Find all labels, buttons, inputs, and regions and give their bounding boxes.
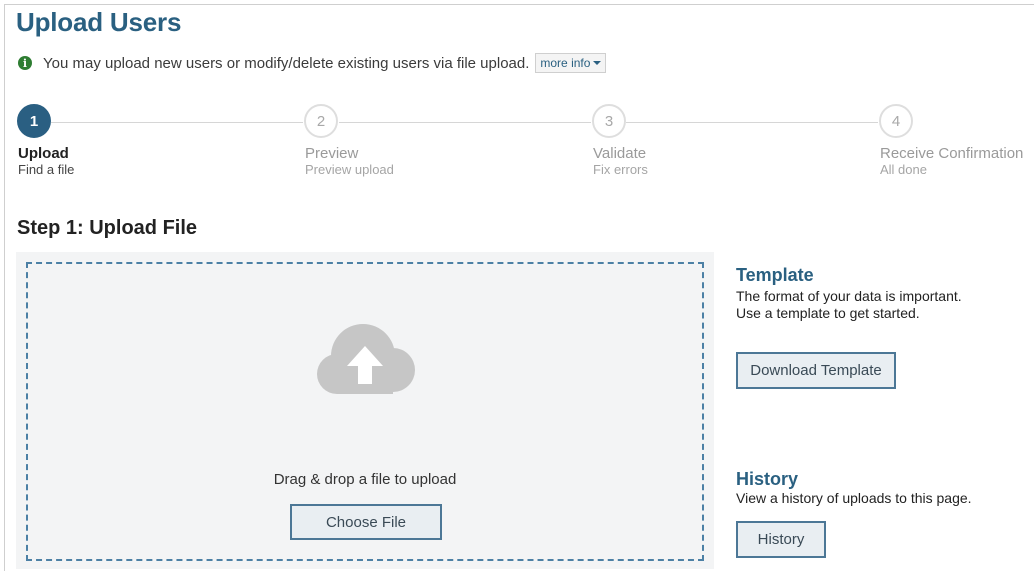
template-description: The format of your data is important. Us… [736,288,962,321]
cloud-upload-icon [317,324,415,394]
history-heading: History [736,469,799,489]
section-title: Step 1: Upload File [17,217,198,239]
upload-panel: Drag & drop a file to upload Choose File [16,252,714,569]
download-template-button[interactable]: Download Template [736,352,896,389]
file-dropzone[interactable]: Drag & drop a file to upload Choose File [26,262,704,561]
template-heading: Template [736,265,814,285]
step-number: 2 [304,104,338,138]
step-number: 4 [879,104,913,138]
step-preview: 2 Preview Preview upload [304,104,394,177]
step-connector [339,122,591,123]
step-title: Receive Confirmation [880,145,1024,162]
step-number: 1 [17,104,51,138]
history-button[interactable]: History [736,521,826,558]
step-subtitle: Fix errors [593,162,648,177]
page-title: Upload Users [16,7,182,37]
more-info-label: more info [540,56,591,70]
step-subtitle: All done [880,162,927,177]
step-validate: 3 Validate Fix errors [592,104,648,177]
more-info-button[interactable]: more info [535,53,607,73]
history-description: View a history of uploads to this page. [736,490,972,506]
step-receive-confirmation: 4 Receive Confirmation All done [879,104,1023,177]
progress-stepper: 1 Upload Find a file 2 Preview Preview u… [0,104,1034,184]
info-circle-icon: i [18,56,32,70]
step-connector [626,122,878,123]
step-upload: 1 Upload Find a file [17,104,74,177]
step-title: Preview [305,145,359,162]
caret-down-icon [593,61,602,65]
info-text: You may upload new users or modify/delet… [43,54,530,72]
dropzone-text: Drag & drop a file to upload [273,471,457,488]
step-title: Upload [18,145,69,162]
choose-file-button[interactable]: Choose File [290,504,442,540]
step-connector [51,122,303,123]
step-subtitle: Preview upload [305,162,394,177]
step-subtitle: Find a file [18,162,75,177]
step-number: 3 [592,104,626,138]
info-row: i You may upload new users or modify/del… [18,52,607,74]
step-title: Validate [593,145,647,162]
